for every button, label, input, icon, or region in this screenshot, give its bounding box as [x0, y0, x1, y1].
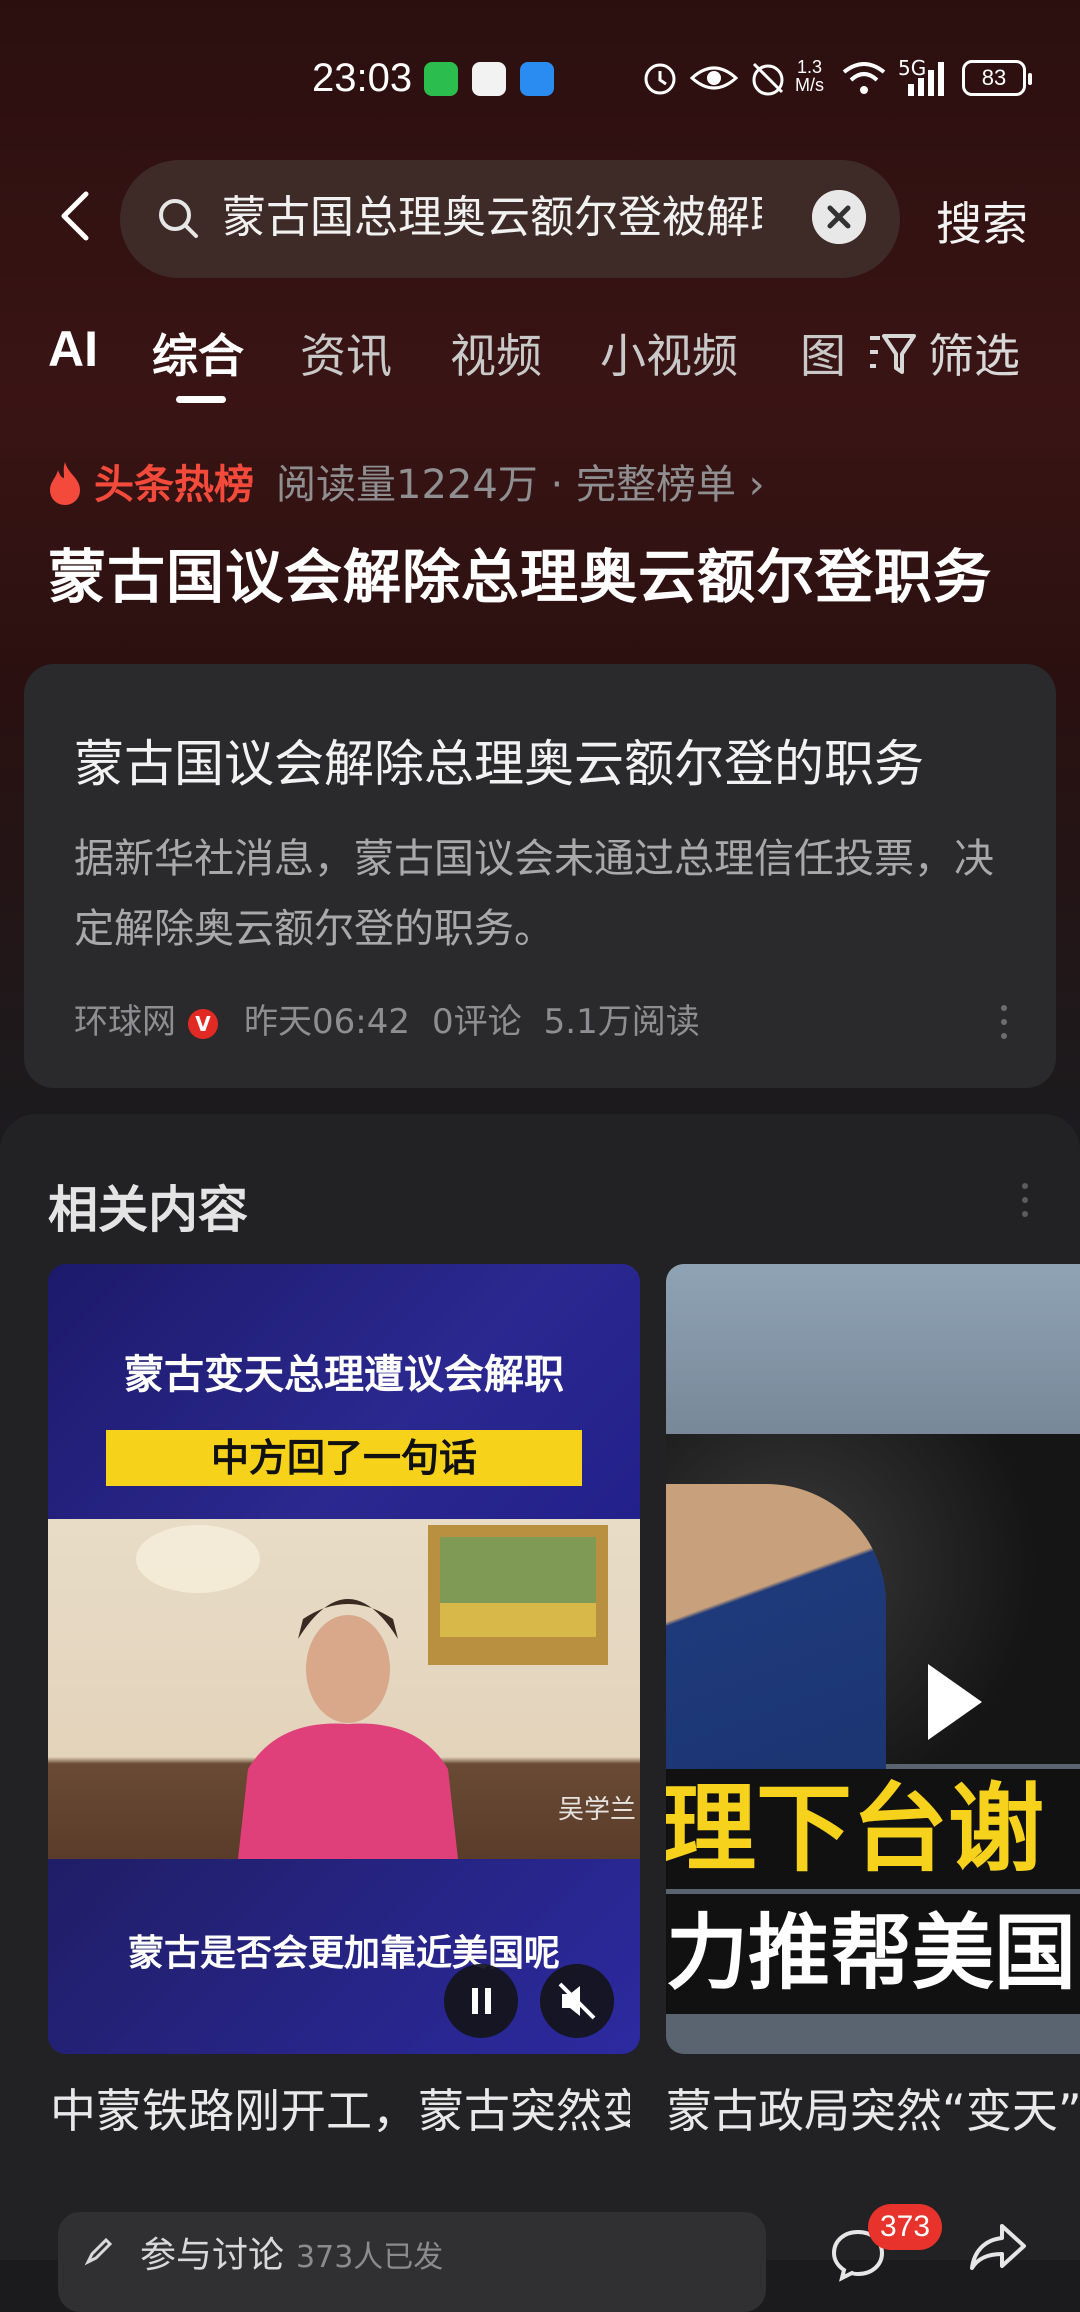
wifi-icon — [842, 62, 886, 94]
thumbnail-headline: 蒙古变天总理遭议会解职 — [124, 1352, 564, 1398]
pen-icon — [84, 2237, 113, 2266]
clock: 23:03 — [312, 56, 413, 100]
article-meta: 环球网 V 昨天06:42 0评论 5.1万阅读 — [74, 994, 722, 1043]
share-icon[interactable] — [968, 2222, 1028, 2272]
hot-list-meta: 阅读量1224万 · 完整榜单 › — [276, 462, 765, 508]
hot-topic-title[interactable]: 蒙古国议会解除总理奥云额尔登职务 — [48, 530, 992, 614]
participant-count: 373人已发 — [296, 2240, 444, 2275]
thumbnail-caption: 蒙古是否会更加靠近美国呢 — [127, 1933, 560, 1974]
filter-icon — [870, 334, 916, 374]
article-time: 昨天06:42 — [244, 1002, 410, 1042]
weather-app-icon — [520, 62, 554, 96]
status-bar: 23:03 1.3 M/s 5G 83 — [0, 0, 1080, 160]
thumbnail-overlay-text: 理下台谢 — [666, 1769, 1080, 1889]
video-thumbnail[interactable]: 理下台谢 力推帮美国 — [666, 1264, 1080, 2054]
eye-icon — [690, 66, 738, 90]
mute-icon[interactable] — [540, 1964, 614, 2038]
battery-indicator: 83 — [962, 60, 1032, 96]
article-title[interactable]: 蒙古国议会解除总理奥云额尔登的职务 — [74, 724, 924, 796]
flame-icon — [50, 462, 80, 505]
thumbnail-overlay-text: 力推帮美国 — [666, 1894, 1080, 2014]
back-icon[interactable] — [48, 186, 108, 246]
tab-short-video[interactable]: 小视频 — [600, 320, 738, 386]
comment-input[interactable]: 参与讨论 373人已发 — [58, 2212, 766, 2312]
article-card[interactable]: 蒙古国议会解除总理奥云额尔登的职务 据新华社消息，蒙古国议会未通过总理信任投票，… — [24, 664, 1056, 1088]
presenter-image: 吴学兰 — [48, 1519, 640, 1859]
thumbnail-band: 中方回了一句话 — [106, 1430, 582, 1486]
search-icon — [159, 199, 198, 238]
network-speed: 1.3 M/s — [795, 57, 824, 95]
tab-news[interactable]: 资讯 — [300, 320, 392, 386]
hot-list-label: 头条热榜 — [94, 462, 254, 508]
related-content-title: 相关内容 — [48, 1181, 248, 1239]
article-source[interactable]: 环球网 — [74, 1002, 176, 1042]
search-button[interactable]: 搜索 — [936, 188, 1028, 254]
article-reads: 5.1万阅读 — [543, 1002, 700, 1042]
comment-placeholder: 参与讨论 373人已发 — [140, 2235, 444, 2276]
active-tab-indicator — [176, 396, 226, 403]
tab-video[interactable]: 视频 — [450, 320, 542, 386]
related-content-panel: 相关内容 蒙古变天总理遭议会解职 中方回了一句话 吴学兰 蒙古是否会更加靠近美国… — [0, 1114, 1080, 2260]
tab-images[interactable]: 图 — [800, 320, 846, 386]
clear-icon[interactable] — [812, 190, 866, 244]
pause-icon[interactable] — [444, 1964, 518, 2038]
signal-icon — [908, 62, 944, 96]
video-thumbnail[interactable]: 蒙古变天总理遭议会解职 中方回了一句话 吴学兰 蒙古是否会更加靠近美国呢 — [48, 1264, 640, 2054]
search-input[interactable]: 蒙古国总理奥云额尔登被解职 — [120, 160, 900, 278]
more-options-icon[interactable] — [1020, 1180, 1030, 1220]
tab-ai[interactable]: AI — [48, 320, 98, 378]
presenter-illustration — [136, 1525, 608, 1859]
comment-count-badge: 373 — [868, 2204, 943, 2250]
related-item-caption[interactable]: 蒙古政局突然“变天”，总理下台谢罪，曾力推帮 — [666, 2076, 1080, 2146]
article-comments: 0评论 — [431, 1002, 522, 1042]
more-options-icon[interactable] — [999, 1002, 1009, 1042]
filter-label: 筛选 — [928, 329, 1020, 383]
filter-button[interactable]: 筛选 — [868, 320, 1020, 386]
alarm-icon — [644, 63, 676, 95]
hot-list-link[interactable]: 头条热榜 阅读量1224万 · 完整榜单 › — [46, 452, 765, 512]
wechat-icon — [424, 62, 458, 96]
article-summary: 据新华社消息，蒙古国议会未通过总理信任投票，决定解除奥云额尔登的职务。 — [74, 836, 994, 952]
play-icon[interactable] — [928, 1664, 982, 1740]
mobile-app-icon — [472, 62, 506, 96]
verified-badge-icon: V — [188, 1009, 218, 1039]
search-query[interactable]: 蒙古国总理奥云额尔登被解职 — [222, 190, 762, 246]
watermark: 吴学兰 — [558, 1795, 637, 1825]
related-item-caption[interactable]: 中蒙铁路刚开工，蒙古突然变天，总理遭议会解职 — [50, 2076, 630, 2146]
do-not-disturb-icon — [752, 62, 784, 96]
tab-comprehensive[interactable]: 综合 — [152, 320, 244, 386]
